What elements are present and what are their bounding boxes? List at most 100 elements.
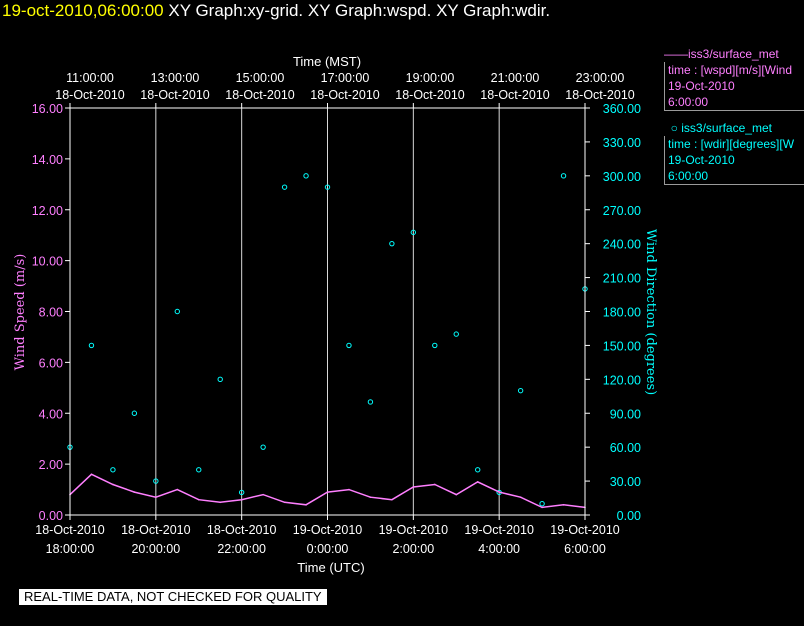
wspd-point [541, 506, 543, 509]
bottom-tick-time: 6:00:00 [564, 542, 606, 556]
wdir-point [217, 376, 223, 383]
legend-wspd: ——iss3/surface_met time : [wspd][m/s][Wi… [664, 46, 804, 111]
wspd-point [133, 491, 136, 493]
right-tick-label: 30.00 [610, 475, 641, 489]
wdir-point [346, 342, 352, 349]
right-tick-label: 300.00 [603, 170, 641, 184]
legend-wspd-series: ——iss3/surface_met [664, 47, 779, 61]
wspd-point [369, 496, 372, 498]
wspd-point [112, 483, 114, 486]
right-axis-label: Wind Direction (degrees) [643, 229, 658, 395]
left-axis-label: Wind Speed (m/s) [13, 254, 28, 371]
left-tick-label: 4.00 [39, 407, 63, 421]
wspd-point [155, 496, 157, 498]
wspd-point [326, 491, 329, 493]
top-tick-date: 18-Oct-2010 [565, 88, 635, 102]
bottom-tick-time: 22:00:00 [217, 542, 266, 556]
bottom-tick-time: 4:00:00 [478, 542, 520, 556]
top-axis-label: Time (MST) [293, 54, 361, 69]
wspd-point [476, 481, 479, 483]
wspd-point [90, 473, 93, 476]
top-tick-date: 18-Oct-2010 [480, 88, 550, 102]
right-tick-label: 270.00 [603, 204, 641, 218]
wspd-point [348, 488, 350, 491]
right-tick-label: 360.00 [603, 102, 641, 116]
wspd-point [240, 498, 243, 501]
title-graph-list: XY Graph:xy-grid. XY Graph:wspd. XY Grap… [168, 1, 551, 20]
top-tick-time: 17:00:00 [321, 71, 370, 85]
bottom-tick-date: 19-Oct-2010 [464, 523, 534, 537]
left-tick-label: 14.00 [32, 153, 63, 167]
right-tick-label: 90.00 [610, 407, 641, 421]
legend-wspd-variable: time : [wspd][m/s][Wind [668, 63, 793, 77]
left-tick-label: 8.00 [39, 306, 63, 320]
bottom-tick-date: 19-Oct-2010 [379, 523, 449, 537]
legend-wdir-time: 6:00:00 [668, 169, 709, 183]
top-tick-time: 23:00:00 [576, 71, 625, 85]
right-tick-label: 210.00 [603, 272, 641, 286]
wdir-point [281, 184, 288, 190]
legend-wdir-series-name: iss3/surface_met [681, 121, 772, 135]
plot-title: 19-oct-2010,06:00:00 XY Graph:xy-grid. X… [0, 0, 550, 26]
wspd-point [197, 498, 200, 501]
bottom-tick-date: 19-Oct-2010 [550, 523, 620, 537]
legend-wdir-details: time : [wdir][degrees][W 19-Oct-2010 6:0… [664, 136, 804, 185]
wdir-point [517, 387, 524, 394]
top-tick-date: 18-Oct-2010 [395, 88, 465, 102]
bottom-tick-time: 0:00:00 [307, 542, 349, 556]
right-tick-label: 330.00 [603, 136, 641, 150]
wspd-point [519, 496, 522, 498]
grid-lines [155, 108, 500, 515]
bottom-axis-label: Time (UTC) [297, 560, 364, 575]
left-tick-label: 16.00 [32, 102, 63, 116]
wspd-point [498, 491, 500, 493]
title-date: 19-oct-2010,06:00:00 [2, 1, 164, 20]
wspd-point [305, 504, 307, 506]
left-tick-label: 10.00 [32, 255, 63, 269]
top-tick-date: 18-Oct-2010 [310, 88, 380, 102]
legend-wspd-date: 19-Oct-2010 [668, 79, 735, 93]
axes: 18-Oct-2010 18:00:00 18-Oct-2010 20:00:00 18… [32, 71, 641, 556]
bottom-tick-date: 18-Oct-2010 [35, 523, 105, 537]
right-tick-label: 150.00 [603, 339, 641, 353]
legend-wdir-date: 19-Oct-2010 [668, 153, 735, 167]
top-tick-time: 21:00:00 [491, 71, 540, 85]
wspd-point [262, 493, 264, 496]
top-tick-time: 15:00:00 [236, 71, 285, 85]
quality-note: REAL-TIME DATA, NOT CHECKED FOR QUALITY [19, 589, 327, 605]
bottom-tick-date: 18-Oct-2010 [121, 523, 191, 537]
wspd-point [412, 486, 415, 488]
wdir-point [88, 342, 95, 349]
bottom-tick-date: 19-Oct-2010 [293, 523, 363, 537]
wdir-point [539, 500, 545, 507]
top-tick-date: 18-Oct-2010 [55, 88, 125, 102]
right-tick-label: 0.00 [617, 509, 641, 523]
top-tick-time: 19:00:00 [406, 71, 455, 85]
bottom-tick-time: 2:00:00 [392, 542, 434, 556]
legend-wspd-series-name: iss3/surface_met [688, 47, 779, 61]
top-tick-date: 18-Oct-2010 [140, 88, 210, 102]
top-tick-date: 18-Oct-2010 [225, 88, 295, 102]
right-tick-label: 180.00 [603, 306, 641, 320]
wspd-point [562, 504, 565, 506]
left-tick-label: 0.00 [39, 509, 63, 523]
legend-wdir-variable: time : [wdir][degrees][W [668, 137, 795, 151]
wdir-point [453, 331, 459, 337]
left-tick-label: 2.00 [39, 458, 63, 472]
wspd-point [433, 483, 436, 486]
bottom-tick-time: 18:00:00 [46, 542, 95, 556]
wdir-point [475, 467, 481, 473]
right-tick-label: 120.00 [603, 373, 641, 387]
wspd-point [219, 501, 222, 504]
wdir-point [432, 342, 438, 349]
top-tick-time: 11:00:00 [66, 71, 114, 85]
left-tick-label: 6.00 [39, 356, 63, 370]
wspd-point [176, 488, 179, 491]
legend-wdir: ○ iss3/surface_met time : [wdir][degrees… [664, 120, 804, 185]
right-tick-label: 60.00 [610, 441, 641, 455]
legend-wspd-time: 6:00:00 [668, 95, 709, 109]
wdir-point [131, 410, 138, 416]
legend-wdir-series: ○ iss3/surface_met [664, 121, 772, 135]
wspd-point [391, 498, 393, 501]
wdir-point [560, 173, 567, 179]
